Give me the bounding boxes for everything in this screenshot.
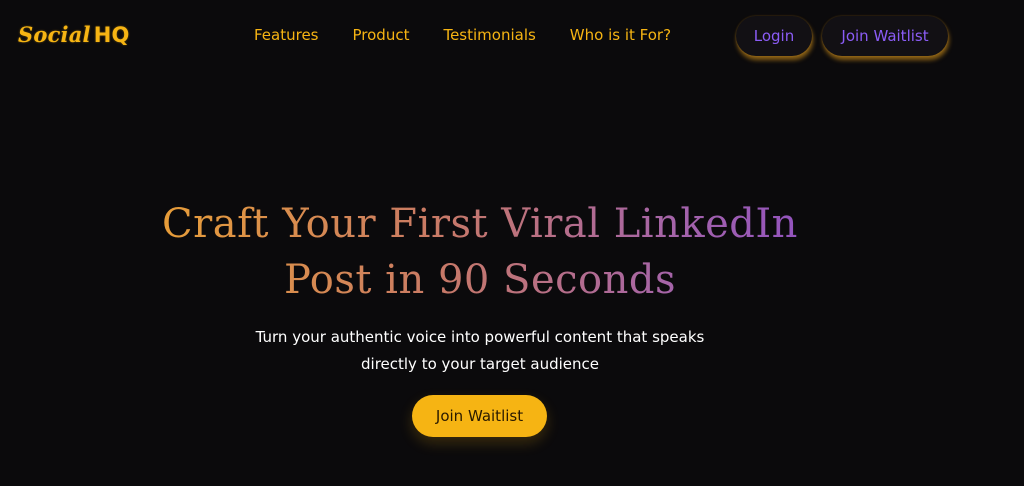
logo-hq-text: HQ: [93, 23, 130, 47]
main-nav: Features Product Testimonials Who is it …: [254, 26, 671, 44]
join-waitlist-nav-button[interactable]: Join Waitlist: [822, 16, 948, 56]
nav-link-product[interactable]: Product: [353, 26, 410, 44]
join-waitlist-hero-button[interactable]: Join Waitlist: [412, 395, 547, 437]
login-button[interactable]: Login: [736, 16, 812, 56]
hero-subtitle: Turn your authentic voice into powerful …: [180, 324, 780, 378]
hero-title-line-2: Post in 90 Seconds: [0, 252, 960, 308]
landing-page: Social HQ Features Product Testimonials W…: [0, 0, 1024, 486]
hero-title: Craft Your First Viral LinkedIn Post in …: [0, 196, 960, 308]
hero-title-line-1: Craft Your First Viral LinkedIn: [0, 196, 960, 252]
hero-subtitle-line-2: directly to your target audience: [361, 355, 599, 373]
hero-subtitle-line-1: Turn your authentic voice into powerful …: [255, 328, 705, 346]
brand-logo[interactable]: Social HQ: [18, 22, 130, 47]
nav-link-who-is-it-for[interactable]: Who is it For?: [570, 26, 671, 44]
logo-social-text: Social: [18, 22, 91, 47]
nav-link-features[interactable]: Features: [254, 26, 319, 44]
nav-link-testimonials[interactable]: Testimonials: [443, 26, 535, 44]
